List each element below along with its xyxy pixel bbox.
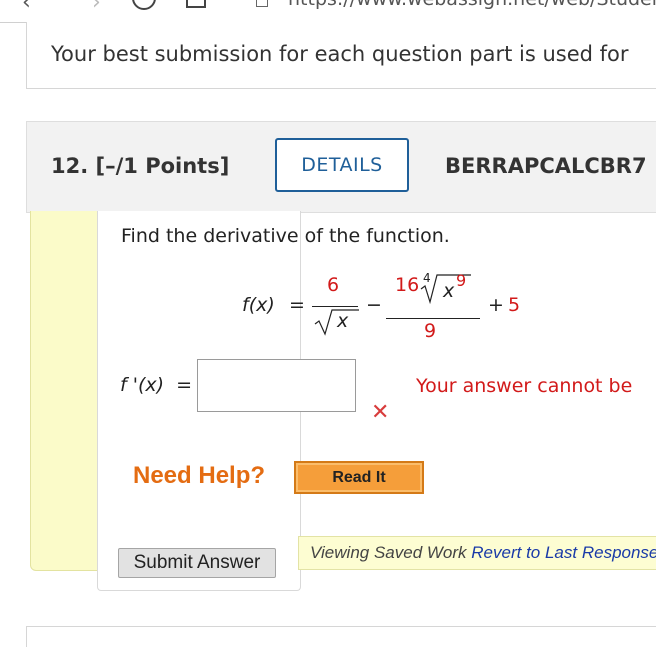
incorrect-x-icon: ✕ — [371, 400, 390, 425]
term2-coefficient: 16 — [395, 274, 420, 296]
constant-term: 5 — [508, 294, 521, 316]
term2-numerator: 16 4 x 9 — [395, 271, 475, 304]
home-icon[interactable] — [186, 0, 206, 8]
minus-operator: − — [366, 294, 382, 316]
back-arrow-icon[interactable]: ‹ — [22, 0, 31, 15]
submission-info-box: Your best submission for each question p… — [26, 22, 656, 89]
function-name: f(x) — [242, 294, 275, 316]
need-help-label: Need Help? — [133, 462, 266, 489]
term1-radicand: x — [337, 310, 349, 332]
question-prompt: Find the derivative of the function. — [121, 225, 450, 247]
question-number: 12. [–/1 Points] — [51, 154, 229, 178]
forward-arrow-icon[interactable]: › — [92, 0, 101, 15]
reload-icon[interactable] — [132, 0, 156, 10]
term1-fraction-bar — [312, 306, 358, 307]
plus-operator: + — [488, 294, 504, 316]
saved-work-label: Viewing Saved Work — [310, 543, 467, 562]
question-side-strip — [30, 211, 100, 571]
term1-numerator: 6 — [327, 274, 340, 296]
browser-toolbar: ‹ › https://www.webassign.net/web/Studen… — [0, 0, 656, 23]
question-number-label: 12. — [51, 154, 89, 178]
answer-label: f '(x) = — [120, 374, 192, 396]
question-code: BERRAPCALCBR7 — [445, 154, 647, 178]
answer-error-message: Your answer cannot be — [416, 375, 633, 397]
page-icon — [256, 0, 268, 7]
submission-info-text: Your best submission for each question p… — [51, 42, 629, 66]
term2-denominator: 9 — [424, 320, 437, 342]
next-question-card — [26, 626, 656, 647]
question-header: 12. [–/1 Points] DETAILS BERRAPCALCBR7 — [26, 121, 656, 213]
submit-answer-button[interactable]: Submit Answer — [118, 548, 276, 578]
read-it-button[interactable]: Read It — [294, 461, 424, 494]
function-equals: = — [289, 294, 305, 316]
answer-input[interactable] — [197, 359, 356, 412]
derivative-name: f '(x) — [120, 374, 165, 396]
answer-equals: = — [176, 374, 192, 396]
term1-denominator: x — [313, 308, 359, 336]
question-points: [–/1 Points] — [95, 154, 230, 178]
address-bar[interactable]: https://www.webassign.net/web/Student/ — [288, 0, 656, 10]
square-root-icon — [314, 309, 359, 336]
term2-fraction-bar — [386, 318, 480, 319]
term2-radicand-exponent: 9 — [456, 271, 467, 290]
saved-work-bar: Viewing Saved Work Revert to Last Respon… — [298, 536, 656, 570]
term2-radicand-base: x — [443, 280, 455, 302]
revert-link[interactable]: Revert to Last Response — [471, 543, 656, 562]
details-button[interactable]: DETAILS — [275, 138, 409, 192]
